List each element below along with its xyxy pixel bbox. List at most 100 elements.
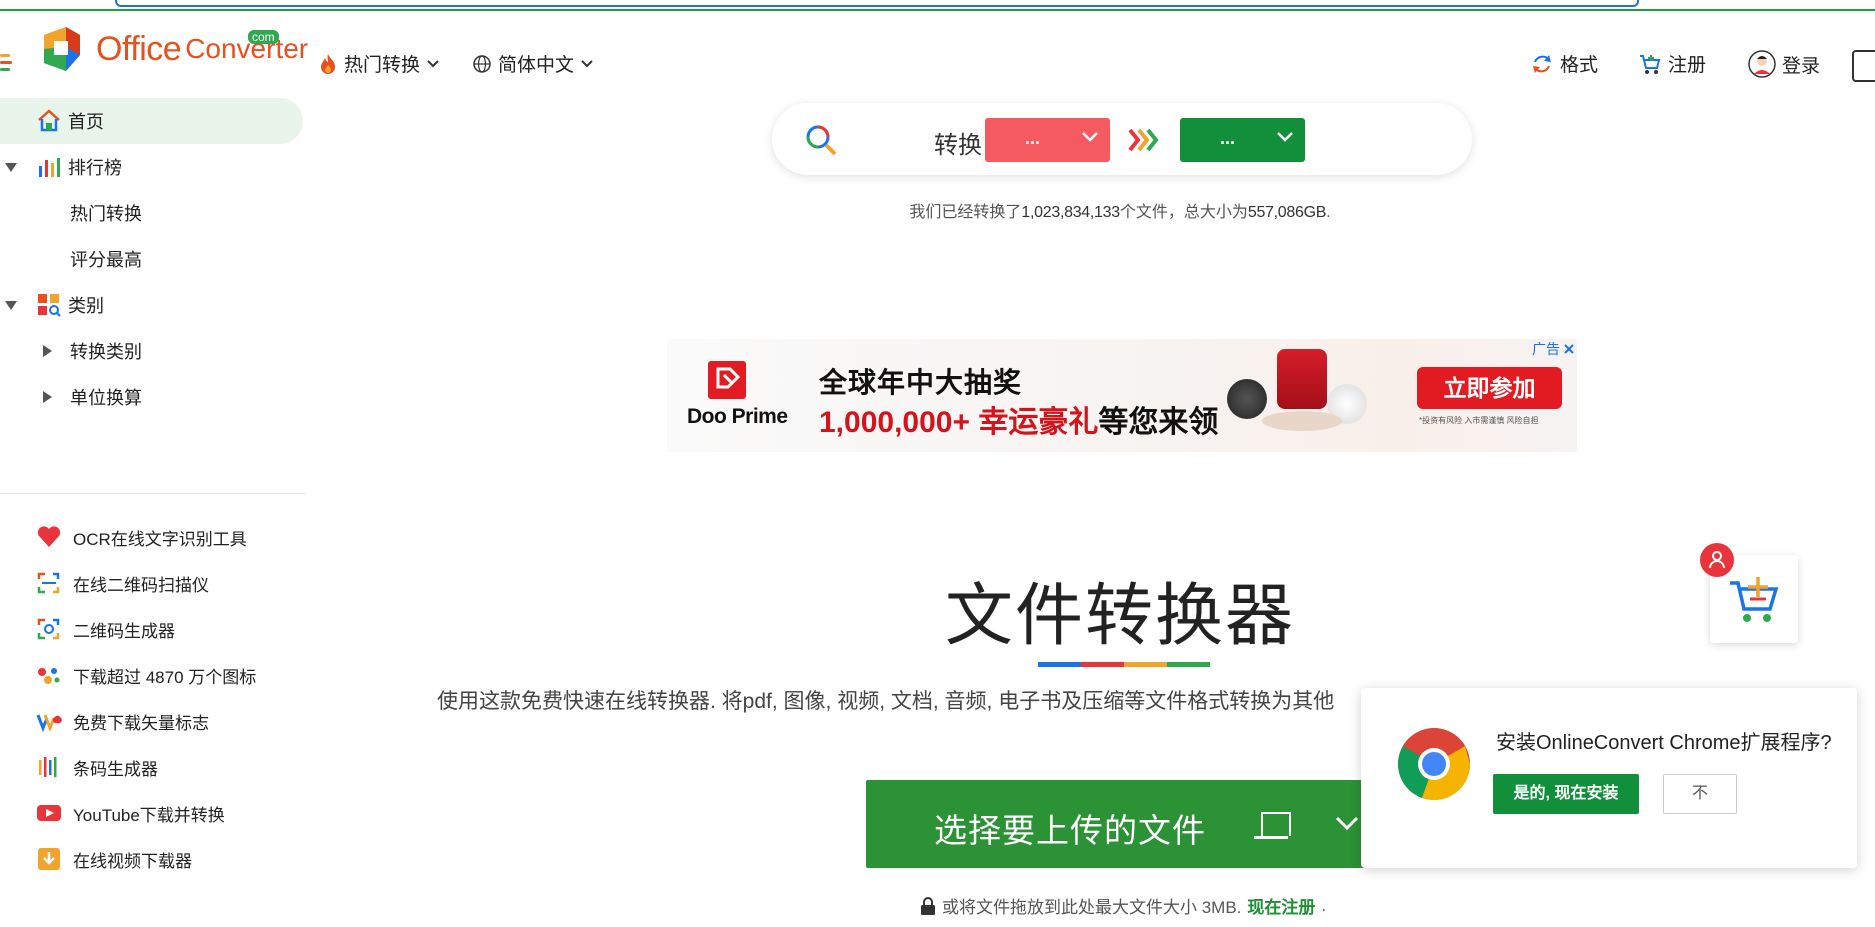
register-link[interactable]: 注册: [1638, 50, 1706, 77]
menu-icon[interactable]: [0, 54, 14, 75]
cart-plus-icon: [1640, 54, 1661, 74]
user-avatar-icon: [1748, 50, 1776, 78]
convert-arrows-icon: [1533, 54, 1551, 73]
office-logo-icon: [44, 27, 80, 71]
chrome-popup-message: 安装OnlineConvert Chrome扩展程序?: [1496, 732, 1832, 754]
sidebar-item-unit-convert[interactable]: 单位换算: [0, 374, 305, 420]
sidebar-item-top-rated[interactable]: 评分最高: [0, 236, 305, 282]
caret-down-icon: [5, 301, 17, 310]
qr-code-icon: [37, 618, 60, 640]
drop-note-text: 或将文件拖放到此处最大文件大小 3MB.: [942, 898, 1242, 917]
download-icon: [38, 848, 60, 870]
language-menu[interactable]: 简体中文: [472, 50, 594, 77]
ad-prize-image: [1277, 349, 1327, 409]
ad-brand-name: Doo Prime: [687, 405, 788, 428]
formats-link[interactable]: 格式: [1530, 50, 1598, 77]
doo-prime-logo-icon: [708, 361, 746, 399]
sidebar-item-label: 在线视频下载器: [73, 851, 192, 871]
ad-prize-image: [1262, 411, 1342, 431]
ad-prize-suffix: 等您来领: [1098, 406, 1219, 439]
sidebar-item-label: 单位换算: [70, 388, 142, 408]
drop-note-suffix: .: [1321, 895, 1327, 915]
fire-icon: [321, 53, 335, 74]
user-icon: [1709, 551, 1725, 569]
drop-note: 或将文件拖放到此处最大文件大小 3MB. 现在注册.: [920, 893, 1326, 918]
sidebar-item-qr-scanner[interactable]: 在线二维码扫描仪: [0, 560, 305, 606]
site-logo[interactable]: Office Converter com: [38, 24, 308, 74]
upload-file-button[interactable]: 选择要上传的文件: [866, 780, 1366, 868]
sidebar-item-video-downloader[interactable]: 在线视频下载器: [0, 836, 305, 882]
page-description: 使用这款免费快速在线转换器. 将pdf, 图像, 视频, 文档, 音频, 电子书…: [437, 690, 1335, 713]
page-top-border: [0, 9, 1875, 11]
conversion-search-bar: 转换 ... ...: [772, 103, 1472, 175]
login-link[interactable]: 登录: [1748, 50, 1820, 78]
sidebar: 首页 排行榜 热门转换 评分最高 类别 转换类别 单位换算 OCR在线文字识别工…: [0, 98, 305, 927]
sidebar-item-hot[interactable]: 热门转换: [0, 190, 305, 236]
triple-arrow-icon: [1127, 127, 1161, 158]
sidebar-item-label: YouTube下载并转换: [73, 805, 225, 825]
bar-chart-icon: [39, 158, 60, 177]
register-now-link[interactable]: 现在注册: [1247, 893, 1315, 918]
ad-label[interactable]: 广告: [1532, 339, 1575, 359]
monitor-stand-icon: [1254, 836, 1288, 839]
sidebar-item-barcode[interactable]: 条码生成器: [0, 744, 305, 790]
install-yes-button[interactable]: 是的, 现在安装: [1493, 774, 1639, 814]
category-grid-icon: [38, 294, 61, 317]
barcode-icon: [39, 757, 57, 777]
to-format-select[interactable]: ...: [1180, 118, 1305, 162]
qr-scan-icon: [37, 572, 60, 594]
sidebar-item-ocr[interactable]: OCR在线文字识别工具: [0, 514, 305, 560]
home-icon: [38, 109, 60, 132]
sidebar-item-ranking[interactable]: 排行榜: [0, 144, 305, 190]
install-no-button[interactable]: 不: [1663, 774, 1737, 814]
sidebar-item-label: 排行榜: [68, 158, 122, 178]
hot-conversions-menu[interactable]: 热门转换: [318, 50, 440, 77]
browser-top-strip: [0, 0, 1875, 11]
sidebar-item-qr-generator[interactable]: 二维码生成器: [0, 606, 305, 652]
chevron-down-icon[interactable]: [1334, 814, 1360, 832]
heart-icon: [37, 526, 61, 547]
from-format-select[interactable]: ...: [985, 118, 1110, 162]
ad-cta-button[interactable]: 立即参加: [1417, 367, 1562, 409]
ad-banner[interactable]: Doo Prime 全球年中大抽奖 1,000,000+ 幸运豪礼等您来领 立即…: [667, 339, 1577, 452]
cart-user-badge[interactable]: [1700, 543, 1734, 577]
sidebar-item-convert-category[interactable]: 转换类别: [0, 328, 305, 374]
ad-tag-text: 广告: [1532, 341, 1560, 357]
caret-right-icon: [43, 345, 52, 357]
search-icon[interactable]: [804, 123, 838, 157]
caret-down-icon: [5, 163, 17, 172]
stats-suffix: .: [1326, 204, 1331, 221]
upload-label: 选择要上传的文件: [934, 812, 1206, 849]
chevron-down-icon: [1277, 132, 1293, 142]
youtube-icon: [37, 805, 61, 821]
from-format-value: ...: [1025, 128, 1041, 148]
site-header: Office Converter com 热门转换 简体中文 格式 注册 登录: [0, 12, 1875, 92]
stats-prefix: 我们已经转换了: [909, 204, 1022, 221]
sidebar-item-home[interactable]: 首页: [0, 98, 303, 144]
sidebar-item-vector-logos[interactable]: 免费下载矢量标志: [0, 698, 305, 744]
stats-file-count: 1,023,834,133: [1021, 204, 1120, 221]
sidebar-item-youtube[interactable]: YouTube下载并转换: [0, 790, 305, 836]
sidebar-item-label: 二维码生成器: [73, 621, 175, 641]
close-icon[interactable]: [1563, 343, 1575, 355]
register-label: 注册: [1668, 55, 1707, 76]
sidebar-item-category[interactable]: 类别: [0, 282, 305, 328]
stats-middle: 个文件，总大小为: [1119, 204, 1248, 221]
ad-headline: 全球年中大抽奖: [819, 367, 1023, 398]
sidebar-item-icons-download[interactable]: 下载超过 4870 万个图标: [0, 652, 305, 698]
sidebar-item-label: 条码生成器: [73, 759, 158, 779]
sidebar-item-label: 转换类别: [70, 342, 142, 362]
ad-disclaimer: *投资有风险 入市需谨慎 风险自担: [1419, 416, 1539, 425]
ad-prize-image: [1227, 379, 1267, 419]
chrome-extension-popup: 安装OnlineConvert Chrome扩展程序? 是的, 现在安装 不: [1361, 688, 1857, 868]
sidebar-toggle-icon[interactable]: [1852, 50, 1875, 82]
address-bar-edge[interactable]: [115, 0, 1639, 7]
chrome-logo-icon: [1396, 726, 1472, 802]
sidebar-item-label: 下载超过 4870 万个图标: [73, 667, 257, 687]
sidebar-item-label: 评分最高: [70, 250, 142, 270]
hot-conversions-label: 热门转换: [344, 55, 421, 76]
ad-prize-amount: 1,000,000+ 幸运豪礼: [819, 406, 1099, 439]
chevron-down-icon: [427, 59, 439, 67]
to-format-value: ...: [1220, 128, 1236, 148]
ad-subheadline: 1,000,000+ 幸运豪礼等您来领: [819, 397, 1218, 441]
